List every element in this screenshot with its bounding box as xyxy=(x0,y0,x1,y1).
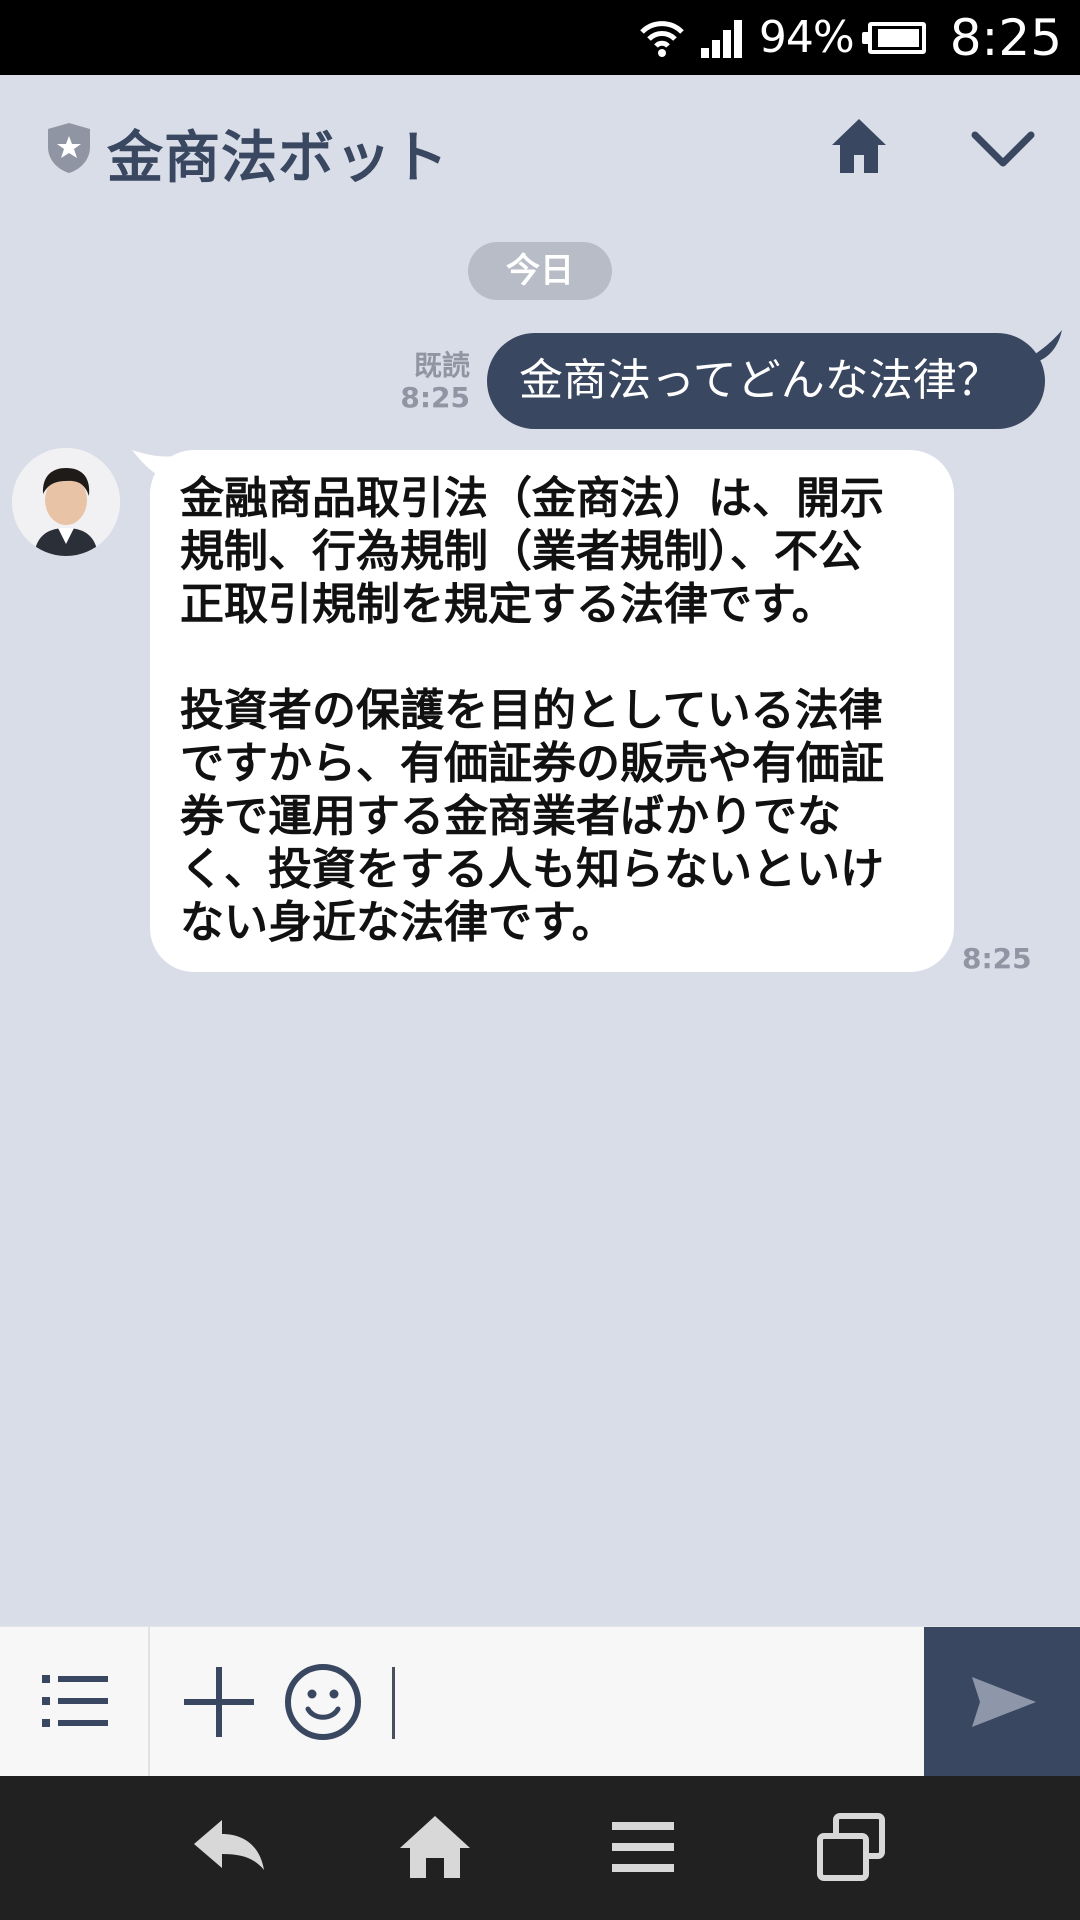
home-icon[interactable] xyxy=(828,115,890,177)
received-time: 8:25 xyxy=(962,942,1032,975)
recent-apps-icon[interactable] xyxy=(812,1812,890,1882)
read-label: 既読 xyxy=(413,349,470,382)
read-receipt: 既読 8:25 xyxy=(400,350,470,414)
status-bar-right: 94% 8:25 xyxy=(639,0,1062,75)
rich-menu-button[interactable] xyxy=(0,1627,150,1777)
received-message-bubble[interactable]: 金融商品取引法（金商法）は、開示 規制、行為規制（業者規制）、不公 正取引規制を… xyxy=(150,450,954,972)
status-time: 8:25 xyxy=(949,8,1062,67)
chat-title: 金商法ボット xyxy=(107,126,449,191)
back-icon[interactable] xyxy=(190,1812,268,1882)
home-icon[interactable] xyxy=(396,1812,474,1882)
emoji-icon[interactable] xyxy=(284,1663,362,1741)
plus-icon[interactable] xyxy=(182,1665,256,1739)
menu-icon[interactable] xyxy=(604,1812,682,1882)
menu-list-icon xyxy=(42,1675,108,1727)
sent-time: 8:25 xyxy=(400,381,470,414)
system-nav-bar xyxy=(0,1776,1080,1920)
wifi-icon xyxy=(640,20,684,57)
chevron-down-icon[interactable] xyxy=(970,127,1036,171)
date-separator: 今日 xyxy=(468,242,612,300)
message-input-bar xyxy=(0,1626,1080,1777)
sent-message-bubble[interactable]: 金商法ってどんな法律？ xyxy=(487,333,1045,429)
shield-star-icon xyxy=(48,123,90,173)
send-button[interactable] xyxy=(924,1627,1080,1777)
bot-avatar[interactable] xyxy=(12,448,120,556)
message-input-field[interactable] xyxy=(392,1667,395,1739)
signal-icon xyxy=(700,19,742,58)
battery-icon xyxy=(861,21,926,54)
send-icon xyxy=(972,1677,1036,1727)
chat-header: 金商法ボット xyxy=(0,75,1080,225)
battery-percent: 94% xyxy=(758,12,855,63)
person-avatar-icon xyxy=(12,448,120,556)
status-bar: 94% 8:25 xyxy=(0,0,1080,75)
